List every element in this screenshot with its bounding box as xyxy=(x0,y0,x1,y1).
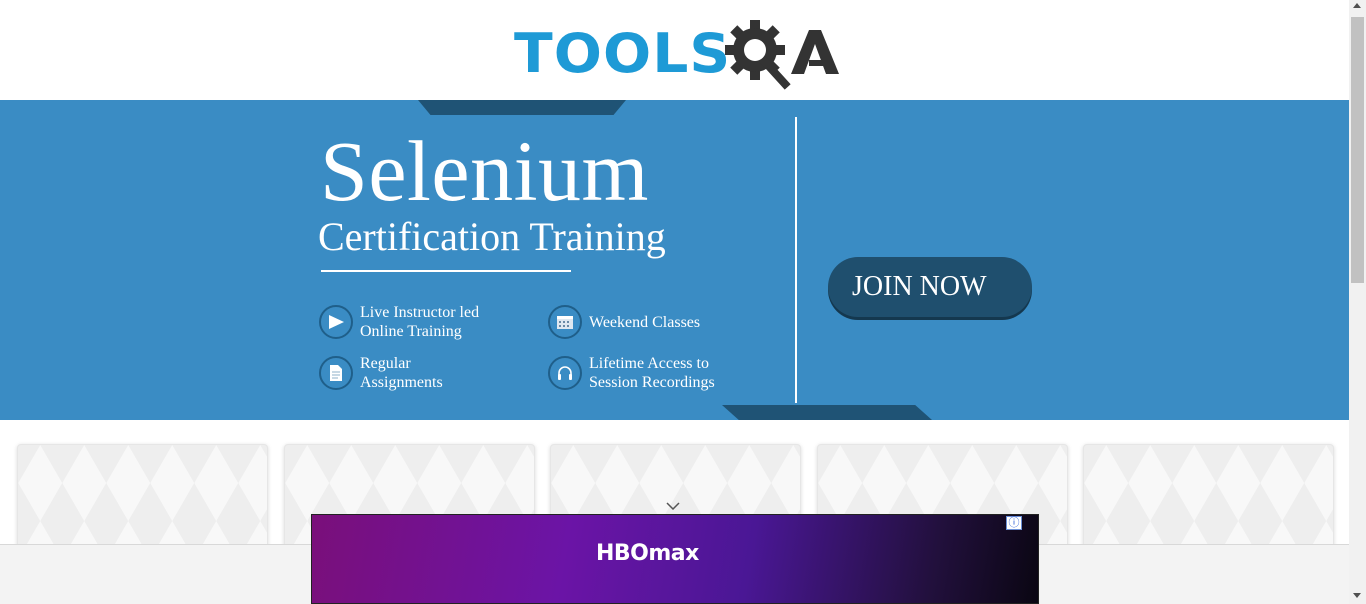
calendar-icon xyxy=(548,305,582,339)
banner-stripe-bottom xyxy=(722,405,932,420)
gear-magnifier-icon xyxy=(724,20,839,90)
banner-underline xyxy=(321,270,571,272)
banner-title: Selenium xyxy=(320,123,649,219)
headphones-icon xyxy=(548,356,582,390)
vertical-scrollbar[interactable] xyxy=(1349,0,1366,604)
logo-wordmark: TOOLS xyxy=(514,21,732,85)
feature-label: Regular Assignments xyxy=(360,355,443,391)
chevron-down-icon[interactable] xyxy=(666,502,680,510)
scroll-down-arrow-icon[interactable] xyxy=(1353,593,1361,598)
feature-assignments: Regular Assignments xyxy=(319,354,443,392)
feature-label: Lifetime Access to Session Recordings xyxy=(589,355,715,391)
feature-live-training: Live Instructor led Online Training xyxy=(319,303,479,341)
toolsqa-logo[interactable]: TOOLS xyxy=(514,16,843,90)
banner-divider xyxy=(795,117,797,403)
scroll-up-arrow-icon[interactable] xyxy=(1353,3,1361,8)
feature-label: Live Instructor led Online Training xyxy=(360,304,480,340)
feature-label: Weekend Classes xyxy=(589,313,701,331)
feature-weekend-classes: Weekend Classes xyxy=(548,305,700,339)
scrollbar-thumb[interactable] xyxy=(1351,17,1364,283)
site-header: TOOLS xyxy=(0,0,1349,100)
document-icon xyxy=(319,356,353,390)
ad-info-icon[interactable]: ⓘ xyxy=(1006,516,1022,530)
ad-banner[interactable]: HBOmax ⓘ xyxy=(311,514,1039,604)
feature-recordings: Lifetime Access to Session Recordings xyxy=(548,354,715,392)
banner-subtitle: Certification Training xyxy=(318,214,666,259)
play-icon xyxy=(319,305,353,339)
join-now-button[interactable]: JOIN NOW xyxy=(828,257,1032,317)
banner-stripe-top xyxy=(418,100,626,115)
ad-brand-logo: HBOmax xyxy=(596,541,699,566)
